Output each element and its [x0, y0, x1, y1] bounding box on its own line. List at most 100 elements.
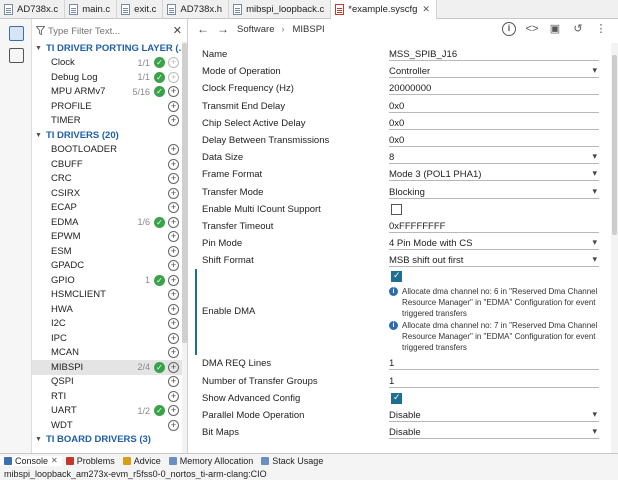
editor-tab-exit-c[interactable]: exit.c — [117, 0, 164, 19]
add-instance-icon[interactable]: + — [168, 390, 179, 402]
breadcrumb-software[interactable]: Software — [237, 24, 275, 35]
input-number-of-transfer-groups[interactable]: 1 — [389, 374, 599, 388]
tree-item-ecap[interactable]: ECAP + — [32, 201, 182, 216]
add-instance-icon[interactable]: + — [168, 100, 179, 112]
clear-filter-icon[interactable]: ✕ — [173, 24, 182, 37]
add-instance-icon[interactable]: + — [168, 173, 179, 185]
breadcrumb-mibspi[interactable]: MIBSPI — [293, 24, 325, 35]
add-instance-icon[interactable]: + — [168, 303, 179, 315]
add-instance-icon[interactable]: + — [168, 187, 179, 199]
add-instance-icon[interactable]: + — [168, 332, 179, 344]
tree-item-clock[interactable]: Clock 1/1 ✓ + — [32, 56, 182, 71]
select-transfer-mode[interactable]: Blocking — [389, 185, 599, 199]
bottom-tab-problems[interactable]: Problems — [62, 456, 119, 466]
add-instance-icon[interactable]: + — [168, 158, 179, 170]
tree-item-ipc[interactable]: IPC + — [32, 331, 182, 346]
tree-item-cbuff[interactable]: CBUFF + — [32, 157, 182, 172]
select-data-size[interactable]: 8 — [389, 150, 599, 165]
close-tab-icon[interactable]: ✕ — [51, 456, 58, 465]
editor-tab-ad738x-c[interactable]: AD738x.c — [0, 0, 66, 19]
tree-item-rti[interactable]: RTI + — [32, 389, 182, 404]
collapse-caret-icon[interactable]: ▼ — [35, 45, 42, 52]
tree-item-uart[interactable]: UART 1/2 ✓ + — [32, 404, 182, 419]
add-instance-icon[interactable]: + — [168, 419, 179, 431]
add-instance-icon[interactable]: + — [168, 274, 179, 286]
add-instance-icon[interactable]: + — [168, 260, 179, 272]
config-scrollbar-thumb[interactable] — [612, 55, 617, 235]
tree-item-debug-log[interactable]: Debug Log 1/1 ✓ + — [32, 70, 182, 85]
add-instance-icon[interactable]: + — [168, 347, 179, 359]
collapse-caret-icon[interactable]: ▼ — [35, 132, 42, 139]
tree-item-gpio[interactable]: GPIO 1 ✓ + — [32, 273, 182, 288]
tree-item-gpadc[interactable]: GPADC + — [32, 259, 182, 274]
add-instance-icon[interactable]: + — [168, 231, 179, 243]
input-dma-req-lines[interactable]: 1 — [389, 356, 599, 371]
tree-scrollbar-thumb[interactable] — [182, 43, 187, 343]
more-options-icon[interactable]: ⋮ — [594, 22, 608, 36]
input-transfer-timeout[interactable]: 0xFFFFFFFF — [389, 219, 599, 233]
code-view-icon[interactable]: <> — [525, 22, 539, 36]
add-instance-icon[interactable]: + — [168, 405, 179, 417]
add-instance-icon[interactable]: + — [168, 289, 179, 301]
tree-item-qspi[interactable]: QSPI + — [32, 375, 182, 390]
tree-item-mibspi[interactable]: MIBSPI 2/4 ✓ + — [32, 360, 182, 375]
tree-item-esm[interactable]: ESM + — [32, 244, 182, 259]
collapse-caret-icon[interactable]: ▼ — [35, 436, 42, 443]
add-instance-icon[interactable]: + — [168, 216, 179, 228]
tree-item-csirx[interactable]: CSIRX + — [32, 186, 182, 201]
filter-input[interactable] — [48, 25, 160, 37]
tree-item-hwa[interactable]: HWA + — [32, 302, 182, 317]
device-view-icon[interactable]: ▣ — [548, 22, 562, 36]
add-instance-icon[interactable]: + — [168, 376, 179, 388]
bottom-tab-stack-usage[interactable]: Stack Usage — [257, 456, 327, 466]
hardware-view-icon[interactable] — [9, 48, 24, 63]
info-icon[interactable]: i — [502, 22, 516, 36]
select-shift-format[interactable]: MSB shift out first — [389, 253, 599, 268]
add-instance-icon[interactable]: + — [168, 245, 179, 257]
history-icon[interactable]: ↺ — [571, 22, 585, 36]
tree-item-hsmclient[interactable]: HSMCLIENT + — [32, 288, 182, 303]
tree-item-i2c[interactable]: I2C + — [32, 317, 182, 332]
tree-item-profile[interactable]: PROFILE + — [32, 99, 182, 114]
add-instance-icon[interactable]: + — [168, 144, 179, 156]
bottom-tab-memory-allocation[interactable]: Memory Allocation — [165, 456, 258, 466]
select-bit-maps[interactable]: Disable — [389, 425, 599, 440]
tree-category-ti-drivers-20[interactable]: ▼ TI DRIVERS (20) — [32, 128, 182, 143]
checkbox-enable-multi-icount-support[interactable] — [391, 203, 402, 215]
bottom-tab-advice[interactable]: Advice — [119, 456, 165, 466]
software-view-icon[interactable] — [9, 26, 24, 41]
input-delay-between-transmissions[interactable]: 0x0 — [389, 133, 599, 147]
add-instance-icon[interactable]: + — [168, 361, 179, 373]
tree-category-ti-driver-porting-layer[interactable]: ▼ TI DRIVER PORTING LAYER (... — [32, 41, 182, 56]
tree-item-timer[interactable]: TIMER + — [32, 114, 182, 129]
add-instance-icon[interactable]: + — [168, 202, 179, 214]
checkbox-show-advanced-config[interactable] — [391, 392, 402, 404]
tree-item-crc[interactable]: CRC + — [32, 172, 182, 187]
tree-item-epwm[interactable]: EPWM + — [32, 230, 182, 245]
add-instance-icon[interactable]: + — [168, 115, 179, 127]
tree-item-mpu-armv7[interactable]: MPU ARMv7 5/16 ✓ + — [32, 85, 182, 100]
tree-item-mcan[interactable]: MCAN + — [32, 346, 182, 361]
add-instance-icon[interactable]: + — [168, 86, 179, 98]
editor-tab-ad738x-h[interactable]: AD738x.h — [163, 0, 230, 19]
back-arrow-icon[interactable]: ← — [197, 22, 209, 36]
select-pin-mode[interactable]: 4 Pin Mode with CS — [389, 236, 599, 251]
close-tab-icon[interactable]: ✕ — [422, 4, 430, 15]
select-mode-of-operation[interactable]: Controller — [389, 64, 599, 79]
checkbox-enable-dma[interactable] — [391, 270, 402, 283]
add-instance-icon[interactable]: + — [168, 318, 179, 330]
editor-tab-example-syscfg[interactable]: *example.syscfg ✕ — [331, 0, 437, 19]
tree-item-bootloader[interactable]: BOOTLOADER + — [32, 143, 182, 158]
tree-category-ti-board-drivers-3[interactable]: ▼ TI BOARD DRIVERS (3) — [32, 433, 182, 448]
input-clock-frequency-hz[interactable]: 20000000 — [389, 81, 599, 96]
select-frame-format[interactable]: Mode 3 (POL1 PHA1) — [389, 167, 599, 182]
tree-item-edma[interactable]: EDMA 1/6 ✓ + — [32, 215, 182, 230]
forward-arrow-icon[interactable]: → — [217, 22, 229, 36]
editor-tab-main-c[interactable]: main.c — [65, 0, 118, 19]
tree-item-wdt[interactable]: WDT + — [32, 418, 182, 433]
input-chip-select-active-delay[interactable]: 0x0 — [389, 116, 599, 130]
input-transmit-end-delay[interactable]: 0x0 — [389, 99, 599, 113]
select-parallel-mode-operation[interactable]: Disable — [389, 408, 599, 422]
input-name[interactable]: MSS_SPIB_J16 — [389, 47, 599, 61]
editor-tab-mibspi-loopback-c[interactable]: mibspi_loopback.c — [229, 0, 332, 19]
